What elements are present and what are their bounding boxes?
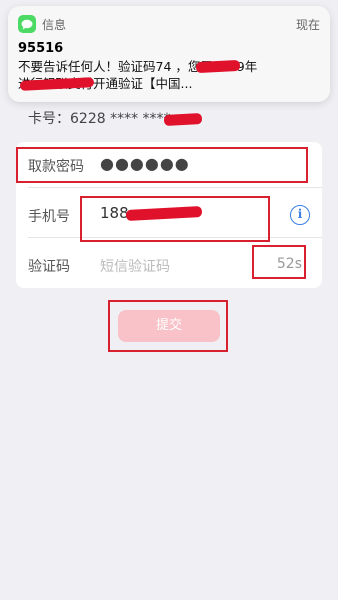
redaction-mark	[163, 113, 203, 126]
submit-button[interactable]: 提交	[118, 310, 220, 342]
card-number-text: 卡号：6228 **** ****	[28, 111, 171, 127]
notification-app-name: 信息	[42, 17, 67, 32]
annotation-box-password	[16, 147, 308, 183]
code-label: 验证码	[28, 259, 70, 275]
redaction-mark	[195, 59, 241, 74]
notification-header: 信息 现在	[18, 14, 320, 34]
notification-line-2: 进行银联支付开通验证【中国...	[18, 75, 320, 92]
divider	[28, 187, 322, 188]
annotation-box-phone	[80, 196, 270, 242]
message-bubble-icon	[18, 15, 36, 33]
card-number: 卡号：6228 **** ****	[28, 108, 171, 128]
notification-time: 现在	[295, 17, 320, 32]
sms-notification[interactable]: 信息 现在 95516 不要告诉任何人！验证码74 ，您于2019年 进行银联支…	[8, 6, 330, 102]
info-icon[interactable]: i	[290, 205, 310, 225]
annotation-box-countdown	[252, 245, 306, 279]
phone-label: 手机号	[28, 209, 70, 225]
notification-line-1: 不要告诉任何人！验证码74 ，您于2019年	[18, 58, 320, 75]
notification-sender: 95516	[18, 41, 64, 56]
code-input[interactable]: 短信验证码	[100, 256, 170, 276]
